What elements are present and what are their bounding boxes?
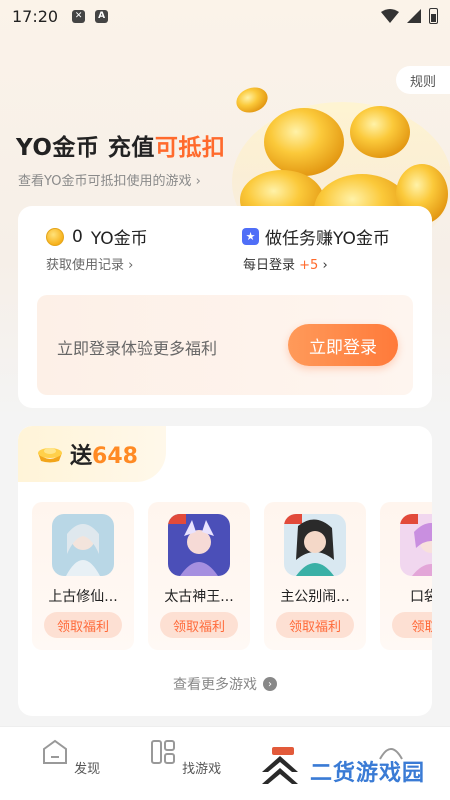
gift-card: 送648 上古修仙... 领取福利 太古神王... 领取福利 主公别闹... 领…	[18, 426, 432, 716]
earn-coins-label: 做任务赚YO金币	[265, 229, 390, 249]
status-right-icons	[381, 8, 438, 24]
chevron-right-icon: ›	[124, 258, 134, 273]
watermark-logo-icon	[262, 756, 298, 784]
claim-benefit-button[interactable]: 领取福	[392, 612, 432, 638]
home-icon	[43, 739, 67, 764]
game-card[interactable]: 太古神王... 领取福利	[148, 502, 250, 650]
coin-balance: 0 YO金币	[46, 224, 148, 249]
coin-balance-value: 0	[72, 226, 83, 247]
gift-title-prefix: 送	[70, 444, 93, 469]
game-icon	[400, 514, 432, 576]
login-prompt: 立即登录体验更多福利	[57, 339, 218, 358]
deductible-games-link[interactable]: 查看YO金币可抵扣使用的游戏 ›	[18, 170, 201, 189]
game-card[interactable]: 主公别闹... 领取福利	[264, 502, 366, 650]
nav-find-games-label: 找游戏	[182, 762, 222, 777]
nav-discover-label: 发现	[74, 762, 101, 777]
wifi-icon	[381, 9, 399, 23]
chevron-right-icon: ›	[191, 174, 201, 189]
login-panel: 立即登录体验更多福利 立即登录	[37, 295, 413, 395]
wallet-card: 0 YO金币 获取使用记录 › ★ 做任务赚YO金币 每日登录 +5 › 立即登…	[18, 206, 432, 408]
hero-title-highlight: 可抵扣	[154, 135, 226, 161]
game-icon	[168, 514, 230, 576]
coin-balance-unit: YO金币	[90, 229, 148, 249]
game-name: 上古修仙...	[48, 589, 118, 605]
grid-icon	[151, 740, 175, 764]
arrow-right-circle-icon: ›	[263, 677, 277, 691]
star-task-icon: ★	[242, 228, 259, 245]
watermark-text: 二货游戏园	[310, 761, 426, 786]
nav-find-games[interactable]: 找游戏	[148, 737, 221, 777]
game-name: 主公别闹...	[280, 589, 350, 605]
gift-amount: 648	[92, 444, 138, 469]
daily-login-link[interactable]: 每日登录 +5 ›	[243, 254, 328, 273]
coin-icon	[46, 227, 64, 246]
more-games-link[interactable]: 查看更多游戏 ›	[18, 674, 432, 694]
game-card[interactable]: 口袋山 领取福	[380, 502, 432, 650]
gift-title: 送648	[70, 438, 138, 470]
daily-login-label: 每日登录	[243, 258, 296, 273]
game-icon	[284, 514, 346, 576]
usage-history-label: 获取使用记录	[46, 258, 125, 273]
claim-benefit-button[interactable]: 领取福利	[160, 612, 238, 638]
game-card[interactable]: 上古修仙... 领取福利	[32, 502, 134, 650]
claim-benefit-button[interactable]: 领取福利	[276, 612, 354, 638]
daily-login-bonus: +5	[299, 258, 319, 273]
gift-header: 送648	[18, 426, 166, 482]
game-icon	[52, 514, 114, 576]
hero-title: YO金币 充值可抵扣	[16, 128, 225, 162]
login-button[interactable]: 立即登录	[288, 324, 398, 366]
a-badge-icon: A	[95, 9, 109, 23]
deductible-games-label: 查看YO金币可抵扣使用的游戏	[18, 174, 192, 189]
usage-history-link[interactable]: 获取使用记录 ›	[46, 254, 133, 273]
chevron-right-icon: ›	[318, 258, 328, 273]
battery-icon	[429, 8, 438, 24]
x-badge-icon: ✕	[72, 9, 86, 23]
game-name: 口袋山	[410, 589, 432, 605]
claim-benefit-button[interactable]: 领取福利	[44, 612, 122, 638]
nav-discover[interactable]: 发现	[40, 737, 100, 777]
signal-icon	[407, 9, 421, 23]
more-games-label: 查看更多游戏	[173, 677, 257, 693]
watermark: 二货游戏园	[258, 752, 425, 790]
game-name: 太古神王...	[164, 589, 234, 605]
gold-ingot-icon	[38, 448, 62, 463]
games-row: 上古修仙... 领取福利 太古神王... 领取福利 主公别闹... 领取福利 口…	[32, 502, 432, 650]
hero-title-main: YO金币 充值	[16, 135, 155, 161]
status-time: 17:20	[12, 6, 59, 26]
earn-coins-task[interactable]: ★ 做任务赚YO金币	[242, 224, 390, 249]
status-bar: 17:20 ✕ A	[0, 0, 450, 32]
